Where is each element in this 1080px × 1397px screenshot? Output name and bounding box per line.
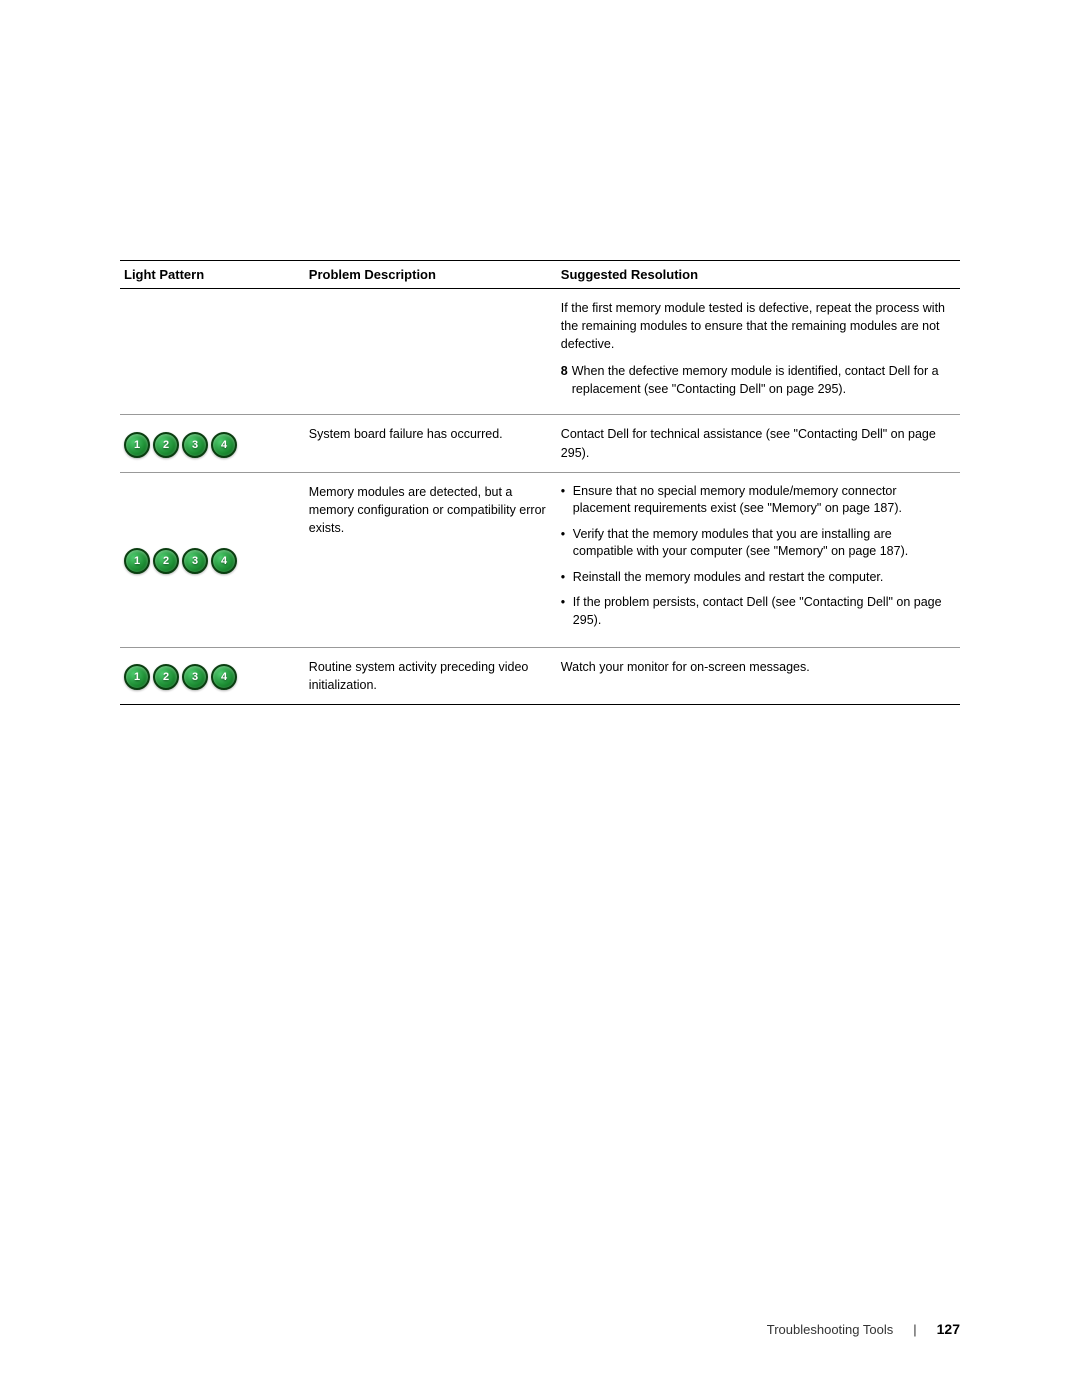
light-icon-1: 1 bbox=[124, 432, 150, 458]
header-suggested-resolution: Suggested Resolution bbox=[557, 261, 960, 289]
light-icons-group: 1 2 3 4 bbox=[124, 664, 297, 690]
table-row: 1 2 3 4 Routine system activity precedin… bbox=[120, 648, 960, 705]
light-pattern-cell: 1 2 3 4 bbox=[120, 472, 305, 648]
list-item: Reinstall the memory modules and restart… bbox=[561, 569, 952, 587]
table-row: If the first memory module tested is def… bbox=[120, 289, 960, 415]
continuation-para-1: If the first memory module tested is def… bbox=[561, 299, 952, 353]
footer-label: Troubleshooting Tools bbox=[767, 1322, 893, 1337]
solution-cell: Ensure that no special memory module/mem… bbox=[557, 472, 960, 648]
solution-text: Contact Dell for technical assistance (s… bbox=[561, 425, 952, 461]
footer-page-number: 127 bbox=[937, 1321, 960, 1337]
light-icons-group: 1 2 3 4 bbox=[124, 548, 297, 574]
list-item: Ensure that no special memory module/mem… bbox=[561, 483, 952, 518]
page-footer: Troubleshooting Tools | 127 bbox=[767, 1321, 960, 1337]
solution-cell: Watch your monitor for on-screen message… bbox=[557, 648, 960, 705]
light-pattern-cell bbox=[120, 289, 305, 415]
solution-cell: If the first memory module tested is def… bbox=[557, 289, 960, 415]
footer-separator: | bbox=[913, 1322, 916, 1337]
light-icon-3: 3 bbox=[182, 432, 208, 458]
list-item: Verify that the memory modules that you … bbox=[561, 526, 952, 561]
light-icon-4: 4 bbox=[211, 664, 237, 690]
problem-text: Memory modules are detected, but a memor… bbox=[309, 483, 549, 537]
problem-cell: System board failure has occurred. bbox=[305, 415, 557, 472]
light-icon-4: 4 bbox=[211, 432, 237, 458]
solution-text: Watch your monitor for on-screen message… bbox=[561, 658, 952, 676]
bullet-list: Ensure that no special memory module/mem… bbox=[561, 483, 952, 630]
light-icon-1: 1 bbox=[124, 548, 150, 574]
light-icon-2: 2 bbox=[153, 548, 179, 574]
light-icon-4: 4 bbox=[211, 548, 237, 574]
problem-cell bbox=[305, 289, 557, 415]
diagnostic-table: Light Pattern Problem Description Sugges… bbox=[120, 260, 960, 705]
light-pattern-cell: 1 2 3 4 bbox=[120, 648, 305, 705]
light-icon-1: 1 bbox=[124, 664, 150, 690]
list-item: If the problem persists, contact Dell (s… bbox=[561, 594, 952, 629]
problem-text: Routine system activity preceding video … bbox=[309, 658, 549, 694]
header-problem-description: Problem Description bbox=[305, 261, 557, 289]
table-header-row: Light Pattern Problem Description Sugges… bbox=[120, 261, 960, 289]
problem-cell: Memory modules are detected, but a memor… bbox=[305, 472, 557, 648]
light-icon-3: 3 bbox=[182, 664, 208, 690]
table-wrapper: Light Pattern Problem Description Sugges… bbox=[120, 260, 960, 705]
light-icon-2: 2 bbox=[153, 432, 179, 458]
page-container: Light Pattern Problem Description Sugges… bbox=[0, 0, 1080, 1397]
problem-cell: Routine system activity preceding video … bbox=[305, 648, 557, 705]
table-row: 1 2 3 4 Memory modules are detected, but… bbox=[120, 472, 960, 648]
header-light-pattern: Light Pattern bbox=[120, 261, 305, 289]
light-icons-group: 1 2 3 4 bbox=[124, 432, 297, 458]
light-icon-2: 2 bbox=[153, 664, 179, 690]
problem-text: System board failure has occurred. bbox=[309, 425, 549, 443]
light-icon-3: 3 bbox=[182, 548, 208, 574]
light-pattern-cell: 1 2 3 4 bbox=[120, 415, 305, 472]
table-row: 1 2 3 4 System board failure has occurre… bbox=[120, 415, 960, 472]
solution-cell: Contact Dell for technical assistance (s… bbox=[557, 415, 960, 472]
numbered-item-8: 8 When the defective memory module is id… bbox=[561, 363, 952, 398]
